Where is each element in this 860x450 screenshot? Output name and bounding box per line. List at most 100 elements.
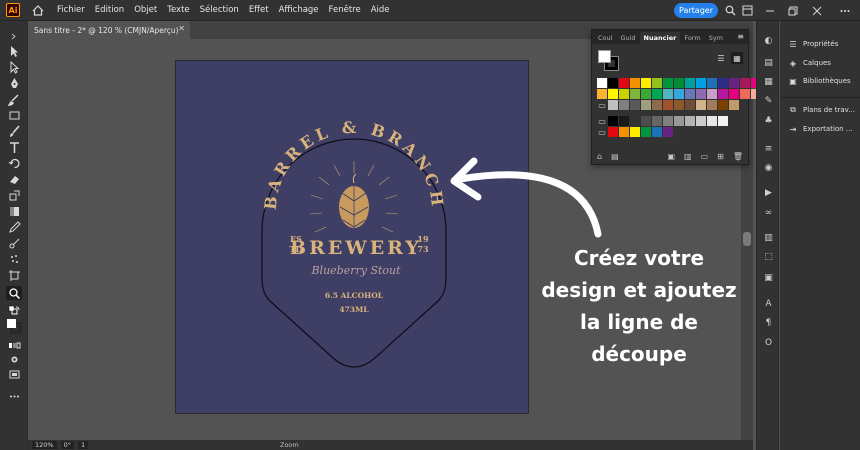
rotate-tool-icon[interactable] <box>6 156 22 170</box>
fill-swatch[interactable] <box>598 50 611 63</box>
swatch[interactable] <box>696 116 706 126</box>
tab-close-icon[interactable]: ✕ <box>178 24 185 33</box>
swatch[interactable] <box>718 78 728 88</box>
arrange-docs-icon[interactable] <box>741 4 754 17</box>
menu-edition[interactable]: Edition <box>95 5 124 15</box>
draw-mode-icon[interactable] <box>6 352 22 366</box>
swatch-library-icon[interactable]: ⌂ <box>597 152 602 161</box>
swatch[interactable] <box>707 116 717 126</box>
swatch[interactable] <box>674 89 684 99</box>
swatch[interactable] <box>685 78 695 88</box>
swatch[interactable] <box>619 127 629 137</box>
swatch-group-folder-icon[interactable]: ▭ <box>597 100 607 110</box>
new-swatch-icon[interactable]: ⊞ <box>717 152 724 161</box>
swatch[interactable] <box>718 116 728 126</box>
swatch[interactable] <box>630 116 640 126</box>
menu-objet[interactable]: Objet <box>134 5 157 15</box>
swatch[interactable] <box>630 127 640 137</box>
swatch[interactable] <box>652 127 662 137</box>
menu-selection[interactable]: Sélection <box>200 5 239 15</box>
tab-shapes[interactable]: Form <box>680 32 704 44</box>
symbol-sprayer-icon[interactable] <box>6 252 22 266</box>
type-tool-icon[interactable] <box>6 140 22 154</box>
dock-opentype-icon[interactable]: O <box>762 337 775 349</box>
rectangle-tool-icon[interactable] <box>6 108 22 122</box>
swatch-kind-icon[interactable]: ▤ <box>611 152 619 161</box>
dock-appearance-icon[interactable]: ◉ <box>762 162 775 174</box>
new-group-icon[interactable]: ▭ <box>701 152 709 161</box>
search-icon[interactable] <box>724 4 737 17</box>
blend-tool-icon[interactable] <box>6 236 22 250</box>
fill-stroke-icon[interactable] <box>6 317 22 335</box>
swatch[interactable] <box>608 116 618 126</box>
swatch[interactable] <box>641 100 651 110</box>
panel-export[interactable]: ⇥ Exportation ... <box>788 124 853 134</box>
scale-tool-icon[interactable] <box>6 188 22 202</box>
paintbrush-icon[interactable] <box>6 124 22 138</box>
swatch[interactable] <box>608 100 618 110</box>
dock-play-icon[interactable]: ▶ <box>762 187 775 199</box>
swatch[interactable] <box>685 89 695 99</box>
panel-layers[interactable]: ◈ Calques <box>788 58 831 68</box>
swatch[interactable] <box>740 78 750 88</box>
dock-align-icon[interactable]: ▥ <box>762 232 775 244</box>
swatch[interactable] <box>729 78 739 88</box>
swatch[interactable] <box>652 116 662 126</box>
swatch[interactable] <box>707 89 717 99</box>
swatch[interactable] <box>619 89 629 99</box>
panel-properties[interactable]: ☰ Propriétés <box>788 39 838 49</box>
gradient-tool-icon[interactable] <box>6 204 22 218</box>
direct-selection-tool-icon[interactable] <box>6 60 22 74</box>
swatch-options-icon[interactable]: ▣ <box>667 152 675 161</box>
swatch-group-folder-icon[interactable]: ▭ <box>597 127 607 137</box>
tab-symbols[interactable]: Sym <box>705 32 727 44</box>
swatch[interactable] <box>652 100 662 110</box>
swatch[interactable] <box>641 127 651 137</box>
swatch[interactable] <box>707 100 717 110</box>
panel-menu-icon[interactable]: ≡ <box>737 32 744 41</box>
swatch[interactable] <box>619 116 629 126</box>
swatch[interactable] <box>641 89 651 99</box>
swatch[interactable] <box>729 100 739 110</box>
swatch[interactable] <box>619 78 629 88</box>
home-icon[interactable] <box>31 3 45 17</box>
share-button[interactable]: Partager <box>674 3 718 18</box>
swatch[interactable] <box>718 100 728 110</box>
dock-links-icon[interactable]: ∞ <box>762 207 775 219</box>
swatch[interactable] <box>652 89 662 99</box>
artboard-number-field[interactable]: 1 <box>77 441 89 449</box>
screen-mode-icon[interactable] <box>6 367 22 381</box>
rotation-field[interactable]: 0° <box>60 441 74 449</box>
swatch[interactable] <box>674 100 684 110</box>
panel-artboards[interactable]: ⧉ Plans de trav... <box>788 105 855 115</box>
close-icon[interactable] <box>810 4 823 17</box>
dock-color-icon[interactable]: ◐ <box>762 35 775 47</box>
dock-paragraph-icon[interactable]: ¶ <box>762 317 775 329</box>
dock-symbols-icon[interactable]: ♣ <box>762 115 775 127</box>
dock-brush-icon[interactable]: ✎ <box>762 95 775 107</box>
swatch[interactable] <box>663 78 673 88</box>
dock-libraries-icon[interactable]: ▤ <box>762 57 775 69</box>
edit-toolbar-icon[interactable] <box>6 389 22 403</box>
minimize-icon[interactable] <box>763 4 776 17</box>
swatch[interactable] <box>597 89 607 99</box>
tab-swatches[interactable]: Nuancier <box>639 32 681 44</box>
default-colors-icon[interactable] <box>6 304 22 318</box>
swatch-group-folder-icon[interactable]: ▭ <box>597 116 607 126</box>
document-tab[interactable]: Sans titre - 2* @ 120 % (CMJN/Aperçu) ✕ <box>28 21 190 39</box>
swatch[interactable] <box>674 116 684 126</box>
swatch[interactable] <box>696 100 706 110</box>
pen-tool-icon[interactable] <box>6 76 22 90</box>
swatch[interactable] <box>663 127 673 137</box>
panel-libraries[interactable]: ▣ Bibliothèques <box>788 76 850 86</box>
eraser-tool-icon[interactable] <box>6 172 22 186</box>
menu-affichage[interactable]: Affichage <box>279 5 319 15</box>
zoom-field[interactable]: 120% <box>32 441 57 449</box>
more-icon[interactable] <box>838 4 851 17</box>
collapse-icon[interactable] <box>6 29 22 43</box>
swatch[interactable] <box>663 100 673 110</box>
swatch[interactable] <box>641 116 651 126</box>
eyedropper-tool-icon[interactable] <box>6 220 22 234</box>
dock-pathfinder-icon[interactable]: ▣ <box>762 272 775 284</box>
menu-fenetre[interactable]: Fenêtre <box>329 5 361 15</box>
